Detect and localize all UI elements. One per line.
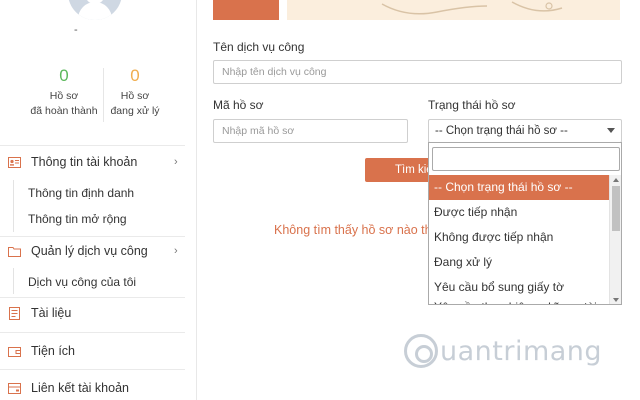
- menu-documents[interactable]: Tài liệu: [0, 300, 196, 326]
- stat-completed-label-line2: đã hoàn thành: [30, 105, 98, 117]
- stat-processing-label: Hồ sơ đang xử lý: [95, 89, 175, 119]
- menu-documents-label: Tài liệu: [31, 306, 72, 320]
- menu-utilities[interactable]: Tiện ích: [0, 338, 196, 364]
- folder-icon: [8, 245, 21, 258]
- status-dropdown-search[interactable]: [432, 147, 620, 171]
- submenu-my-services[interactable]: Dịch vụ công của tôi: [28, 275, 136, 289]
- link-icon: [8, 382, 21, 395]
- user-name: -: [74, 24, 78, 36]
- avatar[interactable]: [68, 0, 122, 20]
- divider: [0, 145, 185, 146]
- status-option[interactable]: -- Chọn trạng thái hồ sơ --: [429, 175, 609, 200]
- sidebar: - 0 Hồ sơ đã hoàn thành 0 Hồ sơ đang xử …: [0, 0, 196, 400]
- stat-completed-count: 0: [59, 66, 69, 85]
- stat-completed[interactable]: 0 Hồ sơ đã hoàn thành: [24, 66, 104, 119]
- menu-services-label: Quản lý dịch vụ công: [31, 244, 148, 258]
- status-option[interactable]: Không được tiếp nhận: [429, 225, 609, 250]
- divider: [0, 332, 185, 333]
- menu-services[interactable]: Quản lý dịch vụ công ›: [0, 238, 196, 264]
- stat-completed-label: Hồ sơ đã hoàn thành: [24, 89, 104, 119]
- avatar-body: [78, 2, 112, 20]
- submenu-line: [13, 268, 14, 294]
- record-code-input[interactable]: [213, 119, 408, 143]
- chevron-right-icon: ›: [174, 156, 178, 168]
- status-dropdown: -- Chọn trạng thái hồ sơ -- Được tiếp nh…: [428, 142, 622, 305]
- menu-linked-accounts-label: Liên kết tài khoản: [31, 381, 129, 395]
- watermark-logo-icon: [404, 334, 438, 368]
- submenu-extended-info[interactable]: Thông tin mở rộng: [28, 212, 127, 226]
- stat-completed-label-line1: Hồ sơ: [49, 90, 79, 102]
- stat-processing[interactable]: 0 Hồ sơ đang xử lý: [95, 66, 175, 119]
- banner-image: [287, 0, 620, 20]
- status-option[interactable]: Được tiếp nhận: [429, 200, 609, 225]
- service-name-label: Tên dịch vụ công: [213, 40, 305, 54]
- id-card-icon: [8, 156, 21, 169]
- chevron-down-icon: [607, 128, 615, 133]
- dropdown-scrollbar[interactable]: [609, 175, 621, 304]
- status-option[interactable]: Yêu cầu thực hiện nghĩa vụ tài: [429, 295, 609, 304]
- scroll-up-icon[interactable]: [613, 178, 619, 182]
- watermark-text: uantrimang: [440, 335, 603, 367]
- menu-account[interactable]: Thông tin tài khoản ›: [0, 149, 196, 175]
- status-select-value: -- Chọn trạng thái hồ sơ --: [435, 125, 568, 137]
- submenu-line: [13, 180, 14, 232]
- divider: [0, 236, 185, 237]
- stat-processing-label-line1: Hồ sơ: [120, 90, 150, 102]
- service-name-input[interactable]: [213, 60, 622, 84]
- record-code-label: Mã hồ sơ: [213, 98, 264, 112]
- stat-processing-count: 0: [130, 66, 140, 85]
- menu-utilities-label: Tiện ích: [31, 344, 76, 358]
- divider: [0, 297, 185, 298]
- wallet-icon: [8, 345, 21, 358]
- watermark: uantrimang: [404, 331, 602, 371]
- banner-button[interactable]: [213, 0, 279, 20]
- submenu-identity[interactable]: Thông tin định danh: [28, 186, 134, 200]
- divider: [0, 369, 185, 370]
- scroll-down-icon[interactable]: [613, 298, 619, 302]
- scrollbar-thumb[interactable]: [612, 186, 620, 231]
- document-icon: [8, 306, 21, 320]
- stat-processing-label-line2: đang xử lý: [110, 105, 160, 117]
- status-label: Trạng thái hồ sơ: [428, 98, 516, 112]
- status-select[interactable]: -- Chọn trạng thái hồ sơ --: [428, 119, 622, 143]
- status-option[interactable]: Đang xử lý: [429, 250, 609, 275]
- search-button[interactable]: Tìm kiếm: [365, 158, 435, 182]
- menu-linked-accounts[interactable]: Liên kết tài khoản: [0, 375, 196, 400]
- chevron-right-icon: ›: [174, 245, 178, 257]
- menu-account-label: Thông tin tài khoản: [31, 155, 138, 169]
- sidebar-border: [196, 0, 197, 400]
